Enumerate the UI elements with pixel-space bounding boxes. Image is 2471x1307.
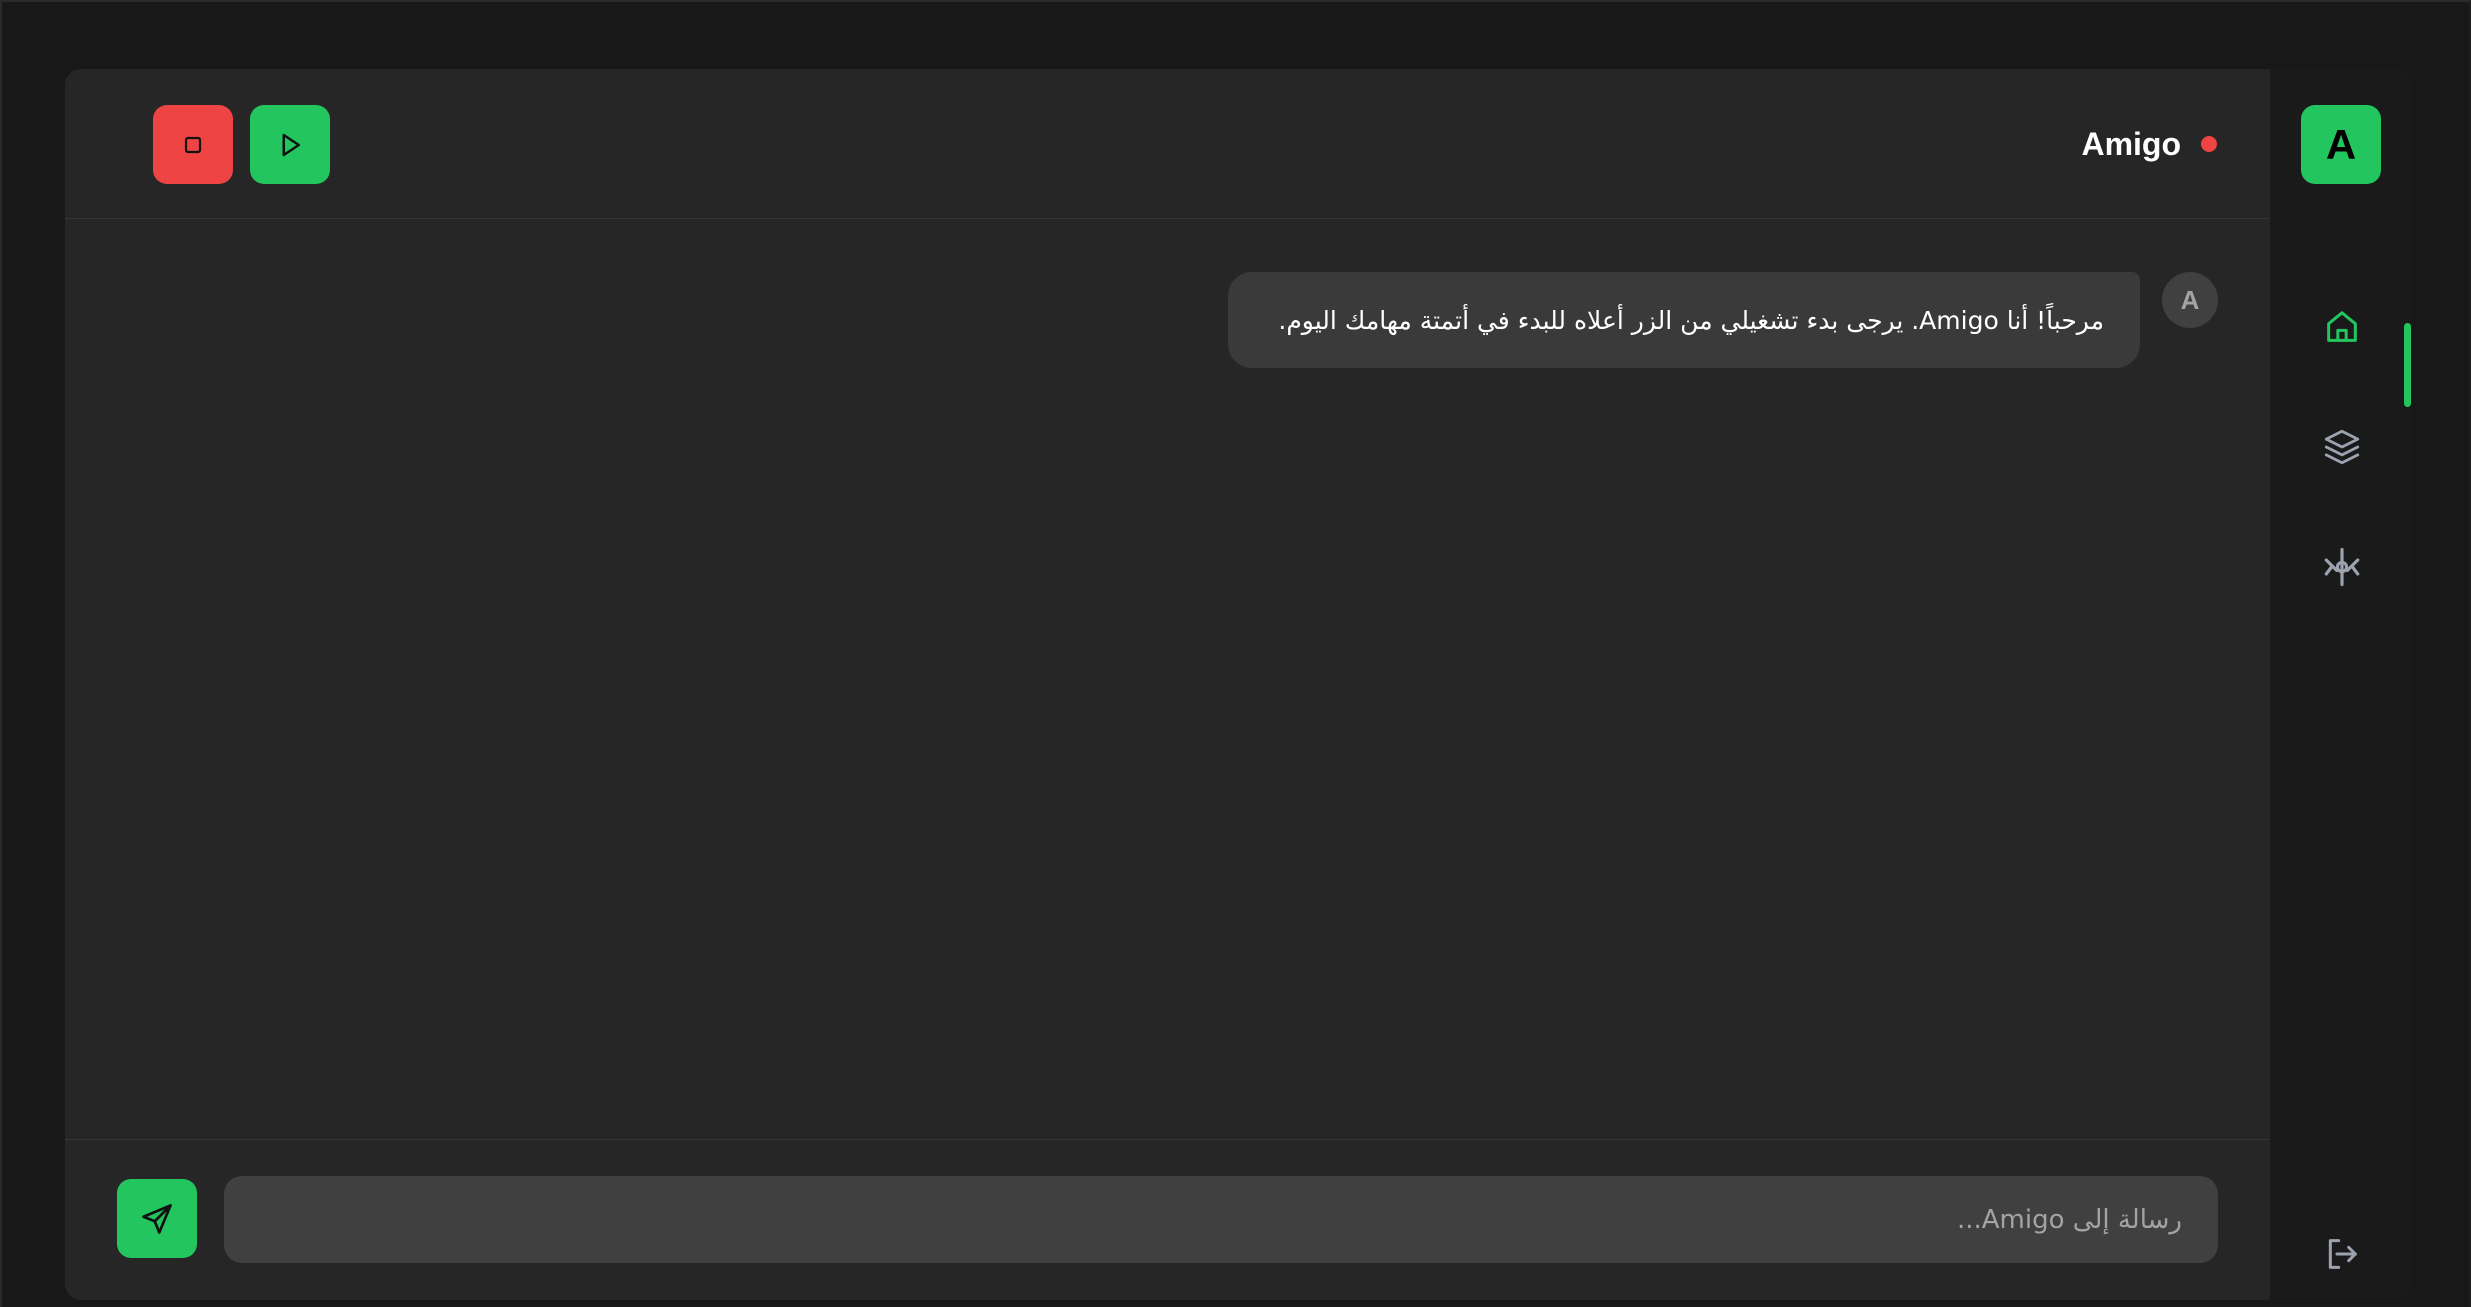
status-indicator — [2201, 136, 2217, 152]
branch-icon — [2324, 547, 2360, 587]
message-item: A مرحباً! أنا Amigo. يرجى بدء تشغيلي من … — [1228, 272, 2218, 368]
logout-icon — [2328, 1239, 2357, 1269]
chat-header: Amigo — [65, 69, 2270, 219]
brand-logo[interactable]: A — [2301, 105, 2381, 184]
stop-button[interactable] — [153, 105, 233, 184]
logout-button[interactable] — [2310, 1222, 2374, 1286]
active-nav-indicator — [2404, 323, 2411, 407]
send-icon — [142, 1203, 172, 1234]
message-list: A مرحباً! أنا Amigo. يرجى بدء تشغيلي من … — [65, 219, 2270, 1209]
home-icon — [2327, 311, 2357, 342]
header-title-group: Amigo — [2081, 119, 2217, 169]
send-button[interactable] — [117, 1179, 197, 1258]
screen: Amigo A مرحباً! أنا Amigo. يرجى بدء تشغي… — [0, 0, 2471, 1307]
page-title: Amigo — [2081, 125, 2181, 162]
start-button[interactable] — [250, 105, 330, 184]
message-input[interactable] — [224, 1176, 2218, 1263]
stop-icon — [184, 136, 202, 153]
avatar: A — [2162, 272, 2218, 328]
message-bubble: مرحباً! أنا Amigo. يرجى بدء تشغيلي من ال… — [1228, 272, 2140, 368]
chat-panel: Amigo A مرحباً! أنا Amigo. يرجى بدء تشغي… — [65, 69, 2270, 1300]
composer — [65, 1139, 2270, 1300]
sidebar: A — [2270, 69, 2411, 1300]
sidebar-item-layers[interactable] — [2310, 415, 2374, 479]
layers-icon — [2324, 429, 2360, 465]
app-window: Amigo A مرحباً! أنا Amigo. يرجى بدء تشغي… — [65, 69, 2411, 1300]
sidebar-item-home[interactable] — [2310, 295, 2374, 359]
play-icon — [282, 133, 300, 156]
sidebar-item-flows[interactable] — [2310, 535, 2374, 599]
